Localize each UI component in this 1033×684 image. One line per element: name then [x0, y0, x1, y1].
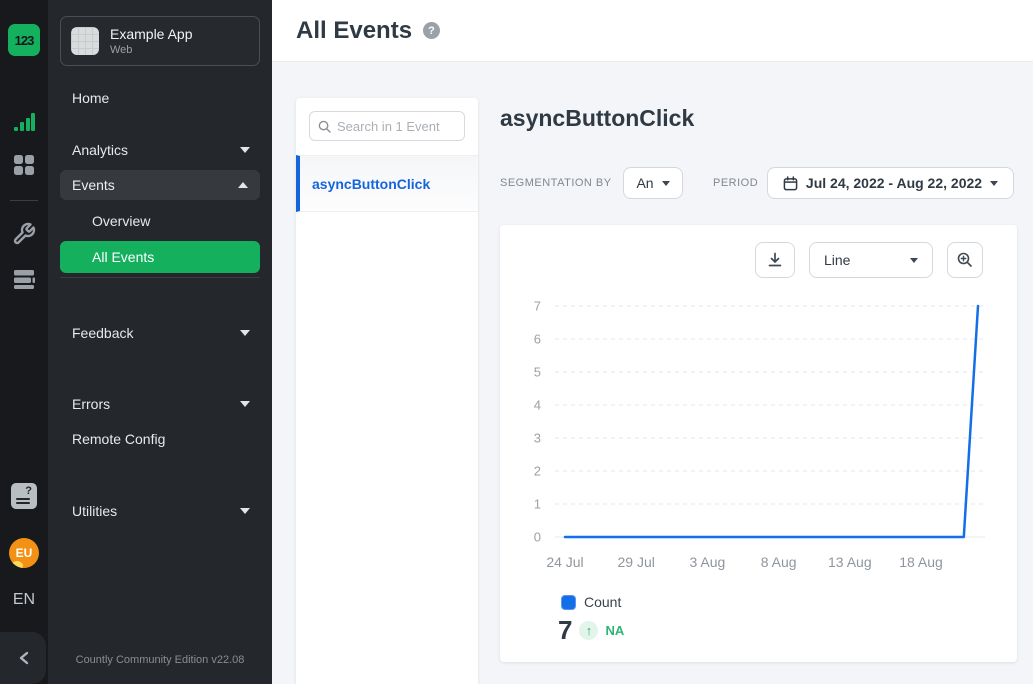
legend-checkbox[interactable] [561, 595, 576, 610]
management-wrench-icon[interactable] [12, 222, 36, 246]
trend-up-icon: ↑ [579, 621, 598, 640]
sidebar-item-label: All Events [92, 249, 154, 265]
y-tick-label: 2 [534, 464, 541, 479]
x-tick-label: 18 Aug [899, 554, 943, 570]
collapse-sidebar-button[interactable] [0, 632, 46, 684]
help-question-icon[interactable]: ? [423, 22, 440, 39]
chart-card: Line 0 1 2 3 4 5 6 7 24 Jul 29 Jul 3 Aug 8 Aug 13 Au… [500, 225, 1017, 662]
download-icon [767, 252, 783, 268]
analytics-bars-icon[interactable] [12, 110, 36, 134]
user-avatar[interactable]: EU [9, 538, 39, 568]
chart-type-select[interactable]: Line [809, 242, 933, 278]
event-list-item[interactable]: asyncButtonClick [296, 155, 478, 212]
sidebar-item-events[interactable]: Events [60, 170, 260, 200]
chart-legend: Count [561, 594, 621, 610]
events-list-panel: asyncButtonClick [296, 98, 478, 684]
sidebar-item-label: Events [72, 177, 115, 193]
chevron-down-icon[interactable] [240, 330, 250, 336]
legend-stats: 7 ↑ NA [558, 615, 624, 646]
line-chart[interactable]: 0 1 2 3 4 5 6 7 24 Jul 29 Jul 3 Aug 8 Aug 13 Aug 18 A… [500, 295, 1017, 580]
apps-grid-icon[interactable] [12, 153, 36, 177]
download-chart-button[interactable] [755, 242, 795, 278]
event-search-input[interactable] [337, 119, 455, 134]
period-label: PERIOD [713, 167, 758, 199]
y-tick-label: 0 [534, 530, 541, 545]
chevron-down-icon[interactable] [240, 508, 250, 514]
y-tick-label: 4 [534, 398, 541, 413]
logo-digits: 123 [15, 33, 34, 48]
zoom-chart-button[interactable] [947, 242, 983, 278]
data-manager-icon[interactable] [12, 267, 36, 291]
event-list-item-label: asyncButtonClick [312, 176, 430, 192]
segmentation-label: SEGMENTATION BY [500, 167, 612, 199]
y-tick-label: 6 [534, 332, 541, 347]
x-tick-label: 29 Jul [618, 554, 655, 570]
y-tick-label: 5 [534, 365, 541, 380]
app-switcher[interactable]: Example App Web [60, 16, 260, 66]
calendar-icon [783, 176, 798, 191]
app-name: Example App [110, 26, 193, 42]
event-search-box [309, 111, 465, 141]
y-tick-label: 7 [534, 299, 541, 314]
segmentation-value: An [636, 175, 653, 191]
sidebar-item-home[interactable]: Home [72, 88, 109, 108]
chevron-down-icon[interactable] [240, 147, 250, 153]
x-tick-label: 13 Aug [828, 554, 872, 570]
avatar-initials: EU [16, 546, 33, 560]
legend-label: Count [584, 594, 621, 610]
y-tick-label: 1 [534, 497, 541, 512]
language-selector[interactable]: EN [0, 591, 48, 609]
sidebar-item-overview[interactable]: Overview [92, 211, 150, 231]
legend-change-value: NA [605, 623, 624, 638]
countly-dashboard: 123 ? EU [0, 0, 1033, 684]
sidebar-item-utilities[interactable]: Utilities [72, 501, 117, 521]
page-header: All Events ? [272, 0, 1033, 62]
sidebar-item-feedback[interactable]: Feedback [72, 323, 133, 343]
version-footer: Countly Community Edition v22.08 [48, 654, 272, 666]
sidebar-item-errors[interactable]: Errors [72, 394, 110, 414]
count-series-line [565, 306, 978, 537]
y-tick-label: 3 [534, 431, 541, 446]
legend-total-value: 7 [558, 615, 572, 646]
sidebar-item-remote-config[interactable]: Remote Config [72, 429, 165, 449]
main-area: All Events ? asyncButtonClick asyncButto… [272, 0, 1033, 684]
chevron-left-icon [18, 651, 30, 665]
x-tick-label: 8 Aug [761, 554, 797, 570]
help-report-icon[interactable]: ? [11, 483, 37, 509]
zoom-in-icon [957, 252, 973, 268]
icon-rail: 123 ? EU [0, 0, 48, 684]
period-select[interactable]: Jul 24, 2022 - Aug 22, 2022 [767, 167, 1014, 199]
x-tick-label: 24 Jul [546, 554, 583, 570]
chart-type-value: Line [824, 252, 850, 268]
nav-sidebar: Example App Web Home Analytics Events Ov… [48, 0, 272, 684]
chevron-down-icon [910, 258, 918, 263]
sidebar-item-analytics[interactable]: Analytics [72, 140, 128, 160]
chevron-up-icon [238, 182, 248, 188]
app-type: Web [110, 44, 193, 56]
event-detail-title: asyncButtonClick [500, 105, 694, 132]
x-tick-label: 3 Aug [689, 554, 725, 570]
page-title: All Events [296, 17, 412, 45]
chevron-down-icon [990, 181, 998, 186]
sidebar-item-all-events[interactable]: All Events [60, 241, 260, 273]
rail-divider [10, 200, 38, 201]
period-value: Jul 24, 2022 - Aug 22, 2022 [806, 175, 982, 191]
chevron-down-icon[interactable] [240, 401, 250, 407]
chevron-down-icon [662, 181, 670, 186]
countly-logo-icon[interactable]: 123 [8, 24, 40, 56]
content-area: asyncButtonClick asyncButtonClick SEGMEN… [272, 62, 1033, 684]
app-icon [71, 27, 99, 55]
search-icon [318, 120, 331, 133]
segmentation-select[interactable]: An [623, 167, 683, 199]
sidebar-divider [60, 277, 260, 278]
